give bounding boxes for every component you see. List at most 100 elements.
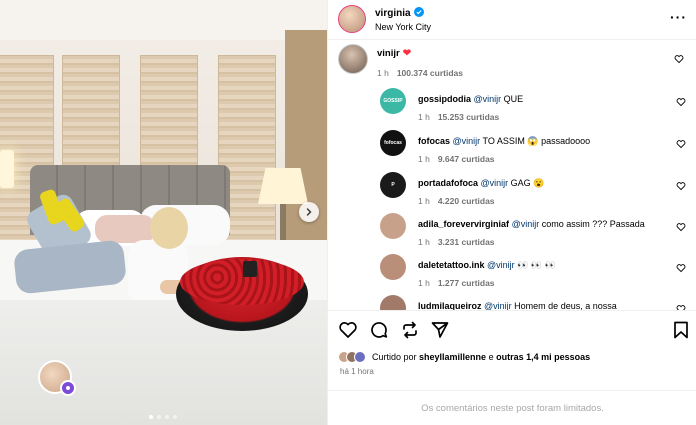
reply-meta: 1 h 15.253 curtidas bbox=[418, 112, 499, 122]
heart-outline-icon[interactable] bbox=[676, 139, 686, 149]
comment-text: vinijr ❤ bbox=[377, 48, 411, 59]
carousel-dot[interactable] bbox=[157, 415, 161, 419]
carousel-next-button[interactable] bbox=[299, 202, 319, 222]
reply-username[interactable]: gossipdodia bbox=[418, 94, 471, 104]
reply-text: fofocas @vinijr TO ASSIM 😱 passadoooo bbox=[418, 136, 666, 147]
reply-mention[interactable]: @vinijr bbox=[487, 260, 515, 270]
carousel-dot[interactable] bbox=[149, 415, 153, 419]
post-photo[interactable] bbox=[0, 0, 327, 425]
more-horizontal-icon[interactable]: ··· bbox=[670, 9, 687, 25]
reply-username[interactable]: portadafofoca bbox=[418, 178, 478, 188]
reply-likes[interactable]: 4.220 curtidas bbox=[438, 196, 495, 206]
reply-avatar-label: P bbox=[391, 182, 395, 188]
reply-meta: 1 h 4.220 curtidas bbox=[418, 196, 495, 206]
reply-avatar[interactable] bbox=[380, 213, 406, 239]
reply-text: ludmilaqueiroz @vinijr Homem de deus, a … bbox=[418, 301, 666, 310]
reply-avatar[interactable] bbox=[380, 254, 406, 280]
liked-by-user[interactable]: sheyllamillenne bbox=[419, 352, 486, 362]
reply-comment: adila_forevervirginiaf @vinijr como assi… bbox=[380, 213, 687, 253]
chevron-right-icon bbox=[306, 208, 312, 216]
liker-avatar[interactable] bbox=[354, 351, 366, 363]
comment-meta: 1 h 100.374 curtidas bbox=[377, 68, 463, 78]
pillow bbox=[95, 215, 155, 243]
carousel-dots bbox=[149, 415, 177, 419]
heart-icon[interactable] bbox=[338, 320, 358, 340]
liked-by-others[interactable]: outras 1,4 mi pessoas bbox=[496, 352, 590, 362]
author-avatar[interactable] bbox=[338, 5, 366, 33]
comment-likes[interactable]: 100.374 curtidas bbox=[397, 68, 463, 78]
reply-meta: 1 h 9.647 curtidas bbox=[418, 154, 495, 164]
reply-body: GAG 😮 bbox=[508, 178, 545, 188]
heart-outline-icon[interactable] bbox=[676, 97, 686, 107]
verified-icon bbox=[413, 7, 424, 17]
reply-likes[interactable]: 15.253 curtidas bbox=[438, 112, 499, 122]
reply-likes[interactable]: 9.647 curtidas bbox=[438, 154, 495, 164]
reply-text: gossipdodia @vinijr QUE bbox=[418, 94, 666, 104]
story-badge[interactable] bbox=[60, 380, 76, 396]
reply-mention[interactable]: @vinijr bbox=[512, 219, 540, 229]
reply-avatar-label: fofocas bbox=[384, 140, 402, 146]
comment-time: 1 h bbox=[377, 68, 389, 78]
comment-list: vinijr ❤ 1 h 100.374 curtidas GOSSIP gossip… bbox=[328, 40, 696, 310]
reply-mention[interactable]: @vinijr bbox=[453, 136, 481, 146]
reply-meta: 1 h 1.277 curtidas bbox=[418, 278, 495, 288]
post-location[interactable]: New York City bbox=[375, 22, 431, 32]
liked-by-middle: e bbox=[486, 352, 497, 362]
heart-outline-icon[interactable] bbox=[676, 181, 686, 191]
reply-time: 1 h bbox=[418, 154, 430, 164]
reply-username[interactable]: ludmilaqueiroz bbox=[418, 301, 482, 310]
post-time[interactable]: há 1 hora bbox=[340, 367, 374, 376]
rose-box-top bbox=[180, 259, 304, 305]
reply-username[interactable]: fofocas bbox=[418, 136, 450, 146]
bookmark-icon[interactable] bbox=[671, 320, 691, 340]
send-icon[interactable] bbox=[430, 320, 450, 340]
action-bar bbox=[328, 310, 696, 348]
heart-outline-icon[interactable] bbox=[676, 222, 686, 232]
comment-avatar[interactable] bbox=[338, 44, 368, 74]
repost-icon[interactable] bbox=[400, 320, 420, 340]
heart-outline-icon[interactable] bbox=[674, 54, 684, 64]
liked-by-row: Curtido por sheyllamillenne e outras 1,4… bbox=[338, 348, 590, 366]
carousel-dot[interactable] bbox=[173, 415, 177, 419]
reply-text: adila_forevervirginiaf @vinijr como assi… bbox=[418, 219, 666, 229]
reply-likes[interactable]: 1.277 curtidas bbox=[438, 278, 495, 288]
heart-emoji-icon: ❤ bbox=[402, 48, 412, 59]
reply-avatar[interactable]: GOSSIP bbox=[380, 88, 406, 114]
reply-avatar[interactable] bbox=[380, 295, 406, 310]
author-name[interactable]: virginia bbox=[375, 7, 424, 19]
reply-body: TO ASSIM 😱 passadoooo bbox=[480, 136, 591, 146]
post-header: virginia New York City ··· bbox=[328, 0, 696, 40]
person-head bbox=[150, 207, 188, 249]
reply-comment: Pportadafofoca @vinijr GAG 😮 1 h 4.220 cur… bbox=[380, 172, 687, 212]
comments-limited-notice: Os comentários neste post foram limitado… bbox=[328, 390, 696, 425]
comment-icon[interactable] bbox=[369, 320, 389, 340]
sparkle-icon bbox=[66, 386, 70, 390]
reply-mention[interactable]: @vinijr bbox=[484, 301, 512, 310]
phone-stand bbox=[243, 261, 257, 277]
reply-time: 1 h bbox=[418, 196, 430, 206]
photo-ceiling bbox=[0, 0, 327, 40]
reply-body: 👀 👀 👀 bbox=[514, 260, 556, 270]
reply-body: como assim ??? Passada bbox=[539, 219, 645, 229]
reply-comment: ludmilaqueiroz @vinijr Homem de deus, a … bbox=[380, 295, 687, 310]
reply-avatar[interactable]: fofocas bbox=[380, 130, 406, 156]
comment-username[interactable]: vinijr bbox=[377, 48, 400, 59]
reply-time: 1 h bbox=[418, 278, 430, 288]
heart-outline-icon[interactable] bbox=[676, 263, 686, 273]
reply-avatar-label: GOSSIP bbox=[383, 98, 403, 104]
reply-time: 1 h bbox=[418, 112, 430, 122]
reply-likes[interactable]: 3.231 curtidas bbox=[438, 237, 495, 247]
reply-comment: fofocas fofocas @vinijr TO ASSIM 😱 passad… bbox=[380, 130, 687, 170]
reply-mention[interactable]: @vinijr bbox=[481, 178, 509, 188]
reply-comment: GOSSIP gossipdodia @vinijr QUE 1 h 15.253 c… bbox=[380, 88, 687, 128]
reply-meta: 1 h 3.231 curtidas bbox=[418, 237, 495, 247]
carousel-dot[interactable] bbox=[165, 415, 169, 419]
reply-comment: daletetattoo.ink @vinijr 👀 👀 👀 1 h 1.277 c… bbox=[380, 254, 687, 294]
reply-body: Homem de deus, a nossa bbox=[511, 301, 617, 310]
reply-text: portadafofoca @vinijr GAG 😮 bbox=[418, 178, 666, 189]
reply-avatar[interactable]: P bbox=[380, 172, 406, 198]
reply-username[interactable]: adila_forevervirginiaf bbox=[418, 219, 509, 229]
reply-username[interactable]: daletetattoo.ink bbox=[418, 260, 485, 270]
author-username[interactable]: virginia bbox=[375, 8, 411, 19]
reply-mention[interactable]: @vinijr bbox=[474, 94, 502, 104]
